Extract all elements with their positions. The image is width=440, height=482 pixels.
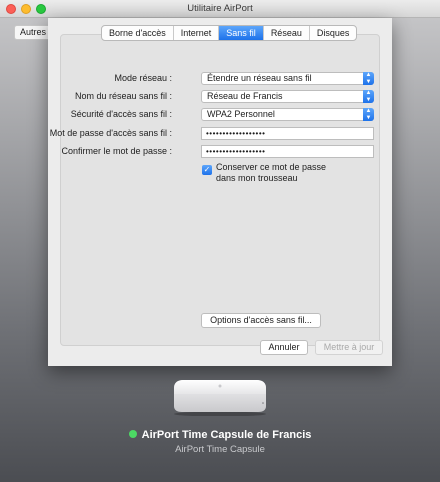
security-value: WPA2 Personnel — [207, 109, 275, 119]
device-name-text: AirPort Time Capsule de Francis — [141, 429, 312, 441]
device-model: AirPort Time Capsule — [175, 444, 265, 455]
cancel-button[interactable]: Annuler — [260, 340, 308, 355]
password-label: Mot de passe d'accès sans fil : — [49, 128, 172, 138]
confirm-password-field[interactable]: •••••••••••••••••• — [201, 145, 374, 158]
network-name-label: Nom du réseau sans fil : — [74, 91, 172, 101]
popup-arrows-icon: ▲ ▼ — [363, 72, 374, 85]
network-mode-popup[interactable]: Étendre un réseau sans fil ▲ ▼ — [201, 72, 374, 85]
title-bar: Utilitaire AirPort — [0, 0, 440, 18]
close-window-button[interactable] — [6, 4, 16, 14]
network-name-popup[interactable]: Réseau de Francis ▲ ▼ — [201, 90, 374, 103]
time-capsule-icon[interactable] — [170, 376, 270, 416]
security-popup[interactable]: WPA2 Personnel ▲ ▼ — [201, 108, 374, 121]
minimize-window-button[interactable] — [21, 4, 31, 14]
tab-disques[interactable]: Disques — [310, 26, 357, 40]
network-mode-value: Étendre un réseau sans fil — [207, 73, 312, 83]
password-field[interactable]: •••••••••••••••••• — [201, 127, 374, 140]
device-name: AirPort Time Capsule de Francis — [0, 429, 440, 441]
tab-reseau[interactable]: Réseau — [264, 26, 310, 40]
wireless-options-button[interactable]: Options d'accès sans fil... — [201, 313, 321, 328]
network-name-value: Réseau de Francis — [207, 91, 283, 101]
tab-borne-acces[interactable]: Borne d'accès — [102, 26, 174, 40]
settings-panel: Mode réseau : Étendre un réseau sans fil… — [50, 34, 380, 346]
settings-sheet: Mode réseau : Étendre un réseau sans fil… — [48, 18, 392, 366]
keychain-checkbox-label: Conserver ce mot de passe dans mon trous… — [216, 162, 327, 183]
status-indicator-icon — [128, 430, 137, 438]
update-button[interactable]: Mettre à jour — [315, 340, 383, 355]
confirm-password-label: Confirmer le mot de passe : — [61, 146, 172, 156]
tab-internet[interactable]: Internet — [174, 26, 220, 40]
zoom-window-button[interactable] — [36, 4, 46, 14]
popup-arrows-icon: ▲ ▼ — [363, 108, 374, 121]
security-label: Sécurité d'accès sans fil : — [70, 109, 172, 119]
keychain-checkbox[interactable]: ✓ — [202, 165, 212, 175]
tab-bar: Borne d'accès Internet Sans fil Réseau D… — [101, 25, 358, 41]
checkmark-icon: ✓ — [203, 165, 211, 174]
popup-arrows-icon: ▲ ▼ — [363, 90, 374, 103]
network-mode-label: Mode réseau : — [114, 73, 172, 83]
window-title: Utilitaire AirPort — [187, 3, 253, 14]
tab-sans-fil[interactable]: Sans fil — [219, 26, 264, 40]
